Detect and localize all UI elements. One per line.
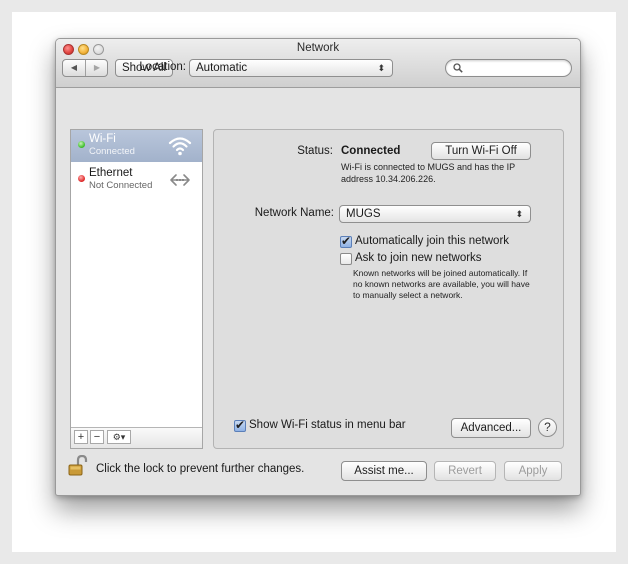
back-forward-control: ◀ ▶ <box>62 59 108 77</box>
status-value: Connected <box>341 145 401 157</box>
status-dot-disconnected-icon <box>78 175 85 182</box>
show-wifi-status-label: Show Wi-Fi status in menu bar <box>249 419 406 431</box>
service-list-toolbar: + − ⚙▾ <box>71 427 202 448</box>
network-name-label: Network Name: <box>254 207 334 219</box>
location-popup[interactable]: Automatic ⬍ <box>189 59 393 77</box>
status-description: Wi-Fi is connected to MUGS and has the I… <box>341 162 515 184</box>
forward-arrow-icon[interactable]: ▶ <box>86 60 108 76</box>
auto-join-checkbox[interactable] <box>340 234 352 248</box>
service-name: Ethernet <box>89 167 133 179</box>
network-name-value: MUGS <box>346 208 381 220</box>
service-item-wifi[interactable]: Wi-Fi Connected <box>71 130 202 162</box>
service-status: Not Connected <box>89 180 153 191</box>
lock-open-icon[interactable] <box>68 455 90 477</box>
join-hint-text: Known networks will be joined automatica… <box>353 268 530 300</box>
window-title: Network <box>296 42 340 54</box>
remove-service-button[interactable]: − <box>90 430 104 444</box>
show-wifi-status-checkbox[interactable] <box>234 418 246 432</box>
add-service-button[interactable]: + <box>74 430 88 444</box>
gear-menu-button[interactable]: ⚙▾ <box>107 430 131 444</box>
revert-button[interactable]: Revert <box>434 461 496 481</box>
help-button[interactable]: ? <box>538 418 557 437</box>
search-field[interactable] <box>445 59 572 77</box>
service-item-ethernet[interactable]: Ethernet Not Connected <box>71 164 202 196</box>
network-name-popup[interactable]: MUGS ⬍ <box>339 205 531 223</box>
status-dot-connected-icon <box>78 141 85 148</box>
turn-wifi-off-button[interactable]: Turn Wi-Fi Off <box>431 142 531 160</box>
ask-join-label: Ask to join new networks <box>355 252 482 264</box>
search-icon <box>453 63 463 73</box>
location-value: Automatic <box>196 62 248 74</box>
apply-button[interactable]: Apply <box>504 461 562 481</box>
service-name: Wi-Fi <box>89 133 116 145</box>
popup-arrows-icon: ⬍ <box>515 209 523 219</box>
wifi-icon <box>168 137 192 156</box>
location-label: Location: <box>139 61 186 73</box>
ask-join-checkbox[interactable] <box>340 253 352 265</box>
advanced-button[interactable]: Advanced... <box>451 418 531 438</box>
service-status: Connected <box>89 146 135 157</box>
ethernet-icon <box>170 174 190 186</box>
search-input[interactable] <box>466 61 568 77</box>
service-list: Wi-Fi Connected Ethernet Not Connected +… <box>70 129 203 449</box>
assist-me-button[interactable]: Assist me... <box>341 461 427 481</box>
popup-arrows-icon: ⬍ <box>377 63 385 73</box>
status-label: Status: <box>297 145 333 157</box>
auto-join-label: Automatically join this network <box>355 235 510 247</box>
lock-hint-text: Click the lock to prevent further change… <box>96 463 305 475</box>
back-arrow-icon[interactable]: ◀ <box>63 60 86 76</box>
